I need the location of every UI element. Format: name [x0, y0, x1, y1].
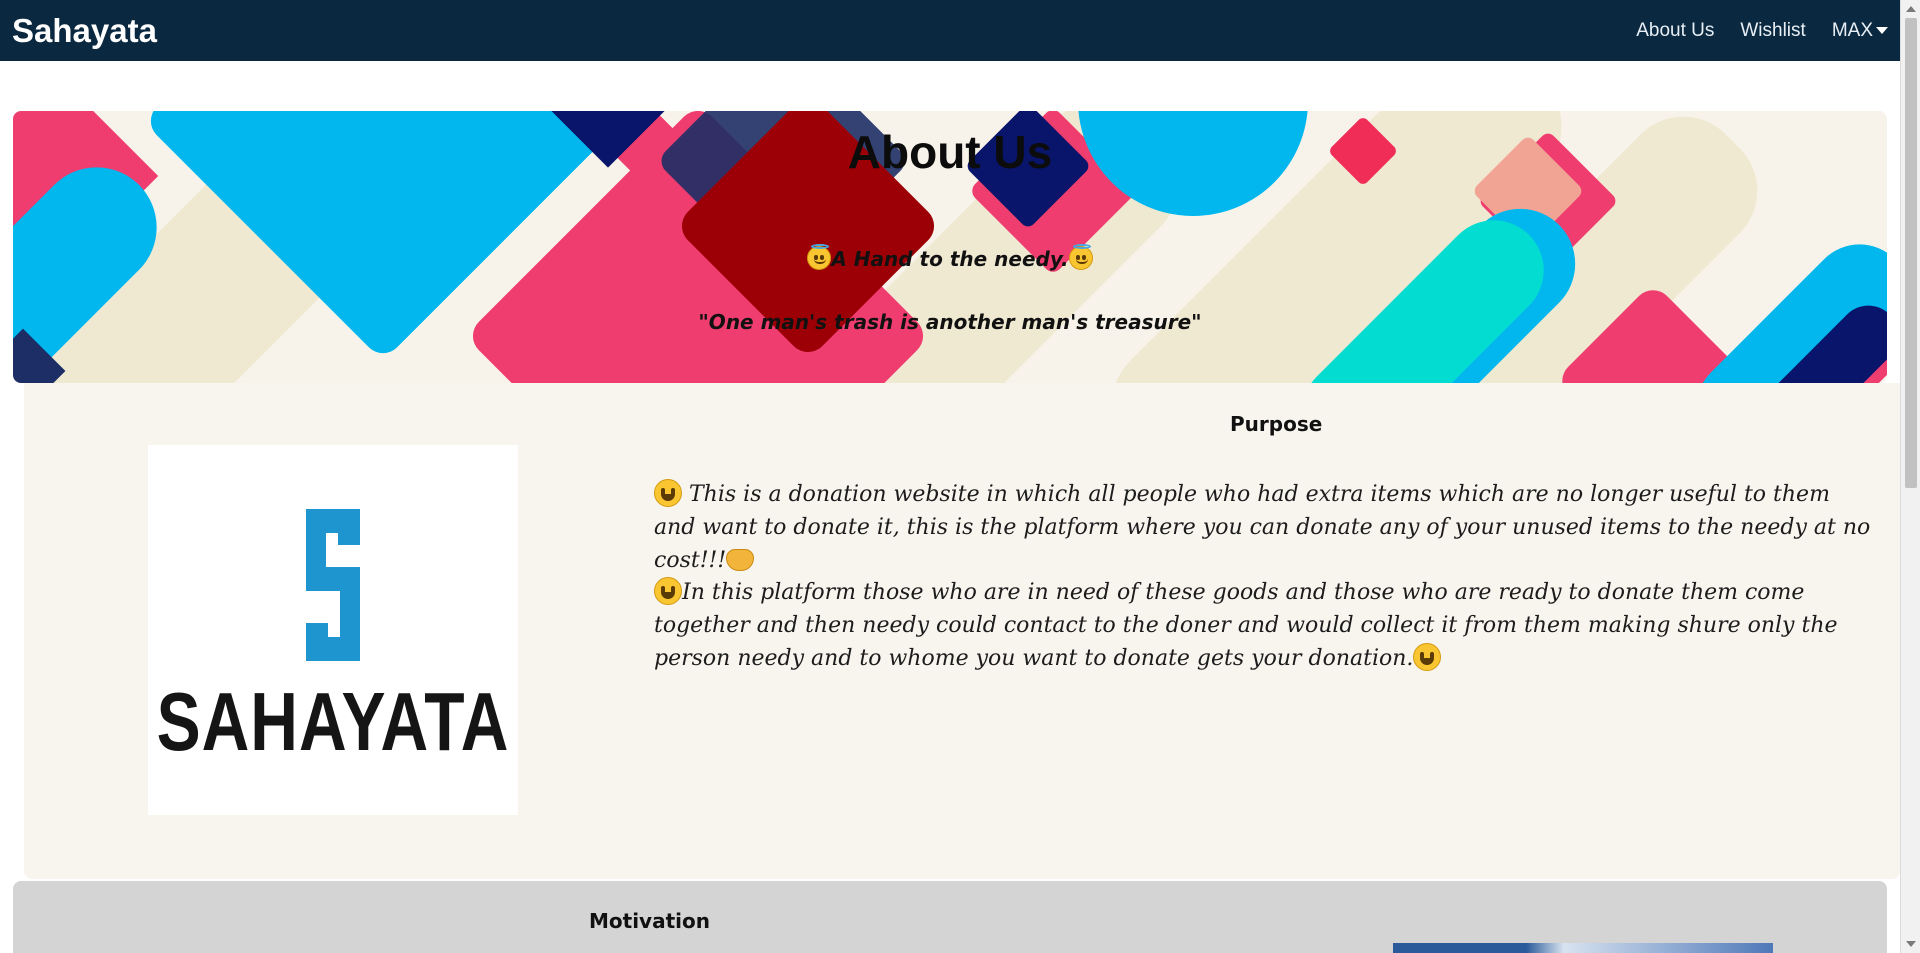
scrollbar-thumb[interactable]: [1905, 18, 1917, 488]
user-menu-label: MAX: [1831, 19, 1873, 41]
purpose-paragraph-2-text: In this platform those who are in need o…: [654, 580, 1838, 671]
tagline-text: A Hand to the needy.: [831, 247, 1069, 271]
purpose-heading: Purpose: [1230, 412, 1323, 436]
hugging-face-icon: [1413, 643, 1442, 671]
about-banner: About Us A Hand to the needy. "One man's…: [13, 111, 1887, 383]
nav-link-about-us[interactable]: About Us: [1636, 20, 1714, 42]
caret-down-icon: [1876, 26, 1888, 34]
grinning-face-icon: [654, 479, 682, 507]
purpose-paragraph-1-text: This is a donation website in which all …: [654, 482, 1871, 573]
nav-links: About Us Wishlist MAX: [1636, 20, 1888, 42]
page-scrollbar[interactable]: [1900, 0, 1920, 953]
sahayata-logo-image: SAHAYATA: [148, 445, 518, 815]
grinning-face-icon: [654, 577, 682, 605]
page-title: About Us: [847, 126, 1053, 178]
scroll-down-arrow-icon[interactable]: [1906, 941, 1916, 947]
motivation-section: Motivation: [13, 881, 1887, 953]
scroll-up-arrow-icon[interactable]: [1906, 6, 1916, 12]
purpose-section: SAHAYATA Purpose This is a donation webs…: [24, 383, 1900, 879]
smiling-halo-face-icon: [807, 244, 832, 270]
banner-quote: "One man's trash is another man's treasu…: [698, 310, 1202, 334]
purpose-paragraph-2: In this platform those who are in need o…: [654, 576, 1874, 675]
logo-wordmark: SAHAYATA: [156, 674, 510, 768]
nav-link-wishlist[interactable]: Wishlist: [1740, 20, 1805, 42]
user-menu-dropdown[interactable]: MAX: [1832, 20, 1888, 42]
smiling-halo-face-icon: [1068, 244, 1093, 270]
s-letter-logo-icon: [306, 509, 360, 661]
top-navbar: Sahayata About Us Wishlist MAX: [0, 0, 1900, 61]
handshake-icon: [726, 549, 755, 571]
purpose-paragraph-1: This is a donation website in which all …: [654, 478, 1874, 577]
brand-logo-text[interactable]: Sahayata: [12, 12, 157, 50]
tagline: A Hand to the needy.: [13, 244, 1887, 271]
motivation-heading: Motivation: [589, 909, 710, 933]
motivation-image: [1393, 943, 1773, 953]
